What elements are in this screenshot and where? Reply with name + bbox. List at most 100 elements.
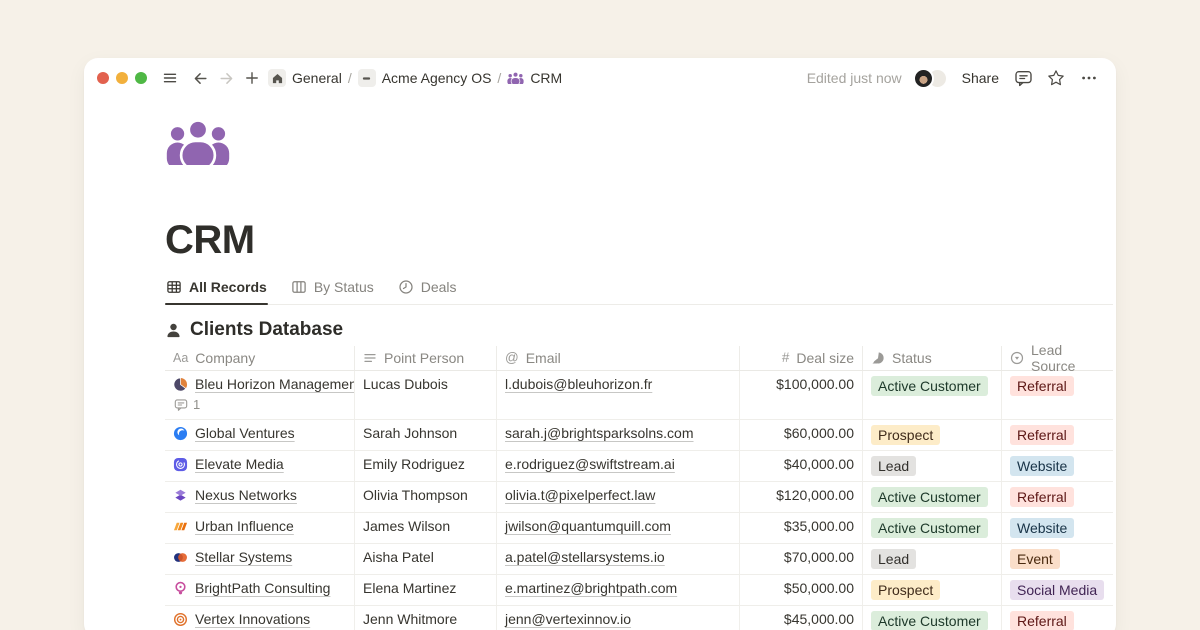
column-header-lead-source[interactable]: Lead Source — [1002, 346, 1113, 370]
cell-lead-source[interactable]: Event — [1002, 544, 1113, 574]
cell-status[interactable]: Active Customer — [863, 371, 1002, 419]
cell-email[interactable]: sarah.j@brightsparksolns.com — [497, 420, 740, 450]
column-header-company[interactable]: AaCompany — [165, 346, 355, 370]
cell-email[interactable]: jenn@vertexinnov.io — [497, 606, 740, 630]
cell-email[interactable]: jwilson@quantumquill.com — [497, 513, 740, 543]
cell-company[interactable]: Stellar Systems — [165, 544, 355, 574]
cell-lead-source[interactable]: Referral — [1002, 420, 1113, 450]
cell-status[interactable]: Active Customer — [863, 482, 1002, 512]
breadcrumb-page-crm[interactable]: CRM — [507, 70, 562, 86]
cell-point-person[interactable]: Sarah Johnson — [355, 420, 497, 450]
lead-source-badge[interactable]: Referral — [1010, 376, 1074, 396]
cell-status[interactable]: Active Customer — [863, 513, 1002, 543]
email-link[interactable]: a.patel@stellarsystems.io — [505, 549, 665, 565]
lead-source-badge[interactable]: Social Media — [1010, 580, 1104, 600]
cell-point-person[interactable]: Jenn Whitmore — [355, 606, 497, 630]
star-icon[interactable] — [1044, 66, 1068, 90]
email-link[interactable]: e.martinez@brightpath.com — [505, 580, 677, 596]
cell-status[interactable]: Lead — [863, 451, 1002, 481]
email-link[interactable]: jwilson@quantumquill.com — [505, 518, 671, 534]
cell-point-person[interactable]: Elena Martinez — [355, 575, 497, 605]
email-link[interactable]: olivia.t@pixelperfect.law — [505, 487, 655, 503]
cell-point-person[interactable]: Lucas Dubois — [355, 371, 497, 419]
status-badge[interactable]: Active Customer — [871, 611, 988, 630]
hamburger-icon[interactable] — [158, 66, 182, 90]
column-header-status[interactable]: Status — [863, 346, 1002, 370]
company-page-link[interactable]: Vertex Innovations — [195, 611, 310, 627]
cell-deal-size[interactable]: $120,000.00 — [740, 482, 863, 512]
people-group-icon[interactable] — [165, 120, 231, 165]
cell-point-person[interactable]: Emily Rodriguez — [355, 451, 497, 481]
company-page-link[interactable]: Elevate Media — [195, 456, 284, 472]
status-badge[interactable]: Active Customer — [871, 376, 988, 396]
close-window-icon[interactable] — [97, 72, 109, 84]
cell-company[interactable]: Bleu Horizon Management 1 — [165, 371, 355, 419]
cell-lead-source[interactable]: Website — [1002, 513, 1113, 543]
cell-deal-size[interactable]: $60,000.00 — [740, 420, 863, 450]
status-badge[interactable]: Lead — [871, 549, 916, 569]
cell-email[interactable]: l.dubois@bleuhorizon.fr — [497, 371, 740, 419]
lead-source-badge[interactable]: Website — [1010, 456, 1074, 476]
tab-all-records[interactable]: All Records — [165, 277, 268, 304]
cell-deal-size[interactable]: $50,000.00 — [740, 575, 863, 605]
cell-point-person[interactable]: James Wilson — [355, 513, 497, 543]
share-button[interactable]: Share — [959, 70, 1002, 86]
breadcrumb-workspace[interactable]: Acme Agency OS — [358, 69, 492, 87]
lead-source-badge[interactable]: Event — [1010, 549, 1060, 569]
zoom-window-icon[interactable] — [135, 72, 147, 84]
email-link[interactable]: l.dubois@bleuhorizon.fr — [505, 376, 652, 392]
more-icon[interactable] — [1077, 66, 1101, 90]
cell-deal-size[interactable]: $35,000.00 — [740, 513, 863, 543]
cell-company[interactable]: Elevate Media — [165, 451, 355, 481]
status-badge[interactable]: Lead — [871, 456, 916, 476]
cell-company[interactable]: Urban Influence — [165, 513, 355, 543]
cell-deal-size[interactable]: $45,000.00 — [740, 606, 863, 630]
column-header-point-person[interactable]: Point Person — [355, 346, 497, 370]
cell-lead-source[interactable]: Referral — [1002, 606, 1113, 630]
cell-lead-source[interactable]: Referral — [1002, 371, 1113, 419]
status-badge[interactable]: Active Customer — [871, 487, 988, 507]
cell-company[interactable]: Vertex Innovations — [165, 606, 355, 630]
cell-point-person[interactable]: Olivia Thompson — [355, 482, 497, 512]
cell-lead-source[interactable]: Referral — [1002, 482, 1113, 512]
cell-lead-source[interactable]: Website — [1002, 451, 1113, 481]
cell-company[interactable]: BrightPath Consulting — [165, 575, 355, 605]
cell-deal-size[interactable]: $40,000.00 — [740, 451, 863, 481]
status-badge[interactable]: Prospect — [871, 580, 940, 600]
lead-source-badge[interactable]: Referral — [1010, 425, 1074, 445]
tab-by-status[interactable]: By Status — [290, 277, 375, 304]
company-page-link[interactable]: Urban Influence — [195, 518, 294, 534]
company-page-link[interactable]: Stellar Systems — [195, 549, 292, 565]
status-badge[interactable]: Active Customer — [871, 518, 988, 538]
cell-point-person[interactable]: Aisha Patel — [355, 544, 497, 574]
cell-email[interactable]: e.martinez@brightpath.com — [497, 575, 740, 605]
cell-deal-size[interactable]: $100,000.00 — [740, 371, 863, 419]
company-page-link[interactable]: Bleu Horizon Management — [195, 376, 355, 392]
cell-company[interactable]: Nexus Networks — [165, 482, 355, 512]
status-badge[interactable]: Prospect — [871, 425, 940, 445]
lead-source-badge[interactable]: Website — [1010, 518, 1074, 538]
lead-source-badge[interactable]: Referral — [1010, 611, 1074, 630]
cell-status[interactable]: Lead — [863, 544, 1002, 574]
column-header-deal-size[interactable]: #Deal size — [740, 346, 863, 370]
avatar[interactable] — [913, 68, 934, 89]
minimize-window-icon[interactable] — [116, 72, 128, 84]
email-link[interactable]: e.rodriguez@swiftstream.ai — [505, 456, 675, 472]
company-page-link[interactable]: Nexus Networks — [195, 487, 297, 503]
company-page-link[interactable]: BrightPath Consulting — [195, 580, 330, 596]
back-arrow-icon[interactable] — [188, 66, 212, 90]
comment-bubble-icon[interactable] — [1011, 66, 1035, 90]
cell-status[interactable]: Active Customer — [863, 606, 1002, 630]
company-page-link[interactable]: Global Ventures — [195, 425, 295, 441]
forward-arrow-icon[interactable] — [214, 66, 238, 90]
cell-email[interactable]: e.rodriguez@swiftstream.ai — [497, 451, 740, 481]
cell-company[interactable]: Global Ventures — [165, 420, 355, 450]
cell-status[interactable]: Prospect — [863, 575, 1002, 605]
comment-count[interactable]: 1 — [173, 397, 346, 412]
email-link[interactable]: sarah.j@brightsparksolns.com — [505, 425, 694, 441]
cell-lead-source[interactable]: Social Media — [1002, 575, 1113, 605]
cell-status[interactable]: Prospect — [863, 420, 1002, 450]
email-link[interactable]: jenn@vertexinnov.io — [505, 611, 631, 627]
lead-source-badge[interactable]: Referral — [1010, 487, 1074, 507]
cell-email[interactable]: olivia.t@pixelperfect.law — [497, 482, 740, 512]
